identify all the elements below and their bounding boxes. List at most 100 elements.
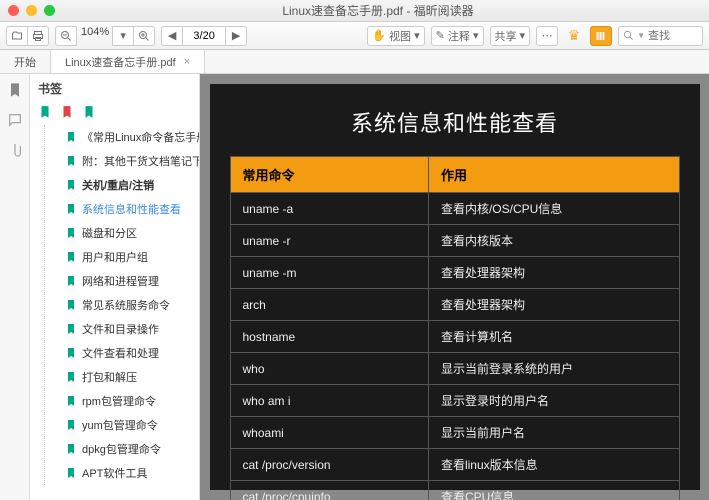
bookmark-item[interactable]: 常见系统服务命令 [44,293,199,317]
bookmark-item[interactable]: 文件和目录操作 [44,317,199,341]
tab-Linux速查备忘手册.pdf[interactable]: Linux速查备忘手册.pdf× [51,50,205,73]
zoom-level: 104% [77,26,113,46]
bookmark-label: 附：其他干货文档笔记下载 [82,153,199,169]
tab-开始[interactable]: 开始 [0,50,51,73]
crown-icon[interactable]: ♛ [564,26,584,46]
zoom-dropdown[interactable]: ▾ [112,26,134,46]
more-button[interactable]: ⋯ [536,26,558,46]
print-button[interactable] [27,26,49,46]
bookmark-item[interactable]: yum包管理命令 [44,413,199,437]
table-row: cat /proc/version查看linux版本信息 [230,449,679,481]
minimize-window-button[interactable] [26,5,37,16]
remove-bookmark-icon[interactable] [60,105,74,119]
bookmark-item[interactable]: 用户和用户组 [44,245,199,269]
library-button[interactable] [590,26,612,46]
search-box[interactable]: ▼ [618,26,703,46]
expand-bookmarks-icon[interactable] [82,105,96,119]
page-input[interactable] [183,30,225,42]
next-page-button[interactable]: ▶ [225,26,247,46]
annotate-button[interactable]: ✎ 注释 ▾ [431,26,484,46]
attachments-icon[interactable] [7,142,23,158]
cell-command: uname -r [230,225,428,257]
zoom-out-button[interactable] [55,26,77,46]
bookmark-item[interactable]: APT软件工具 [44,461,199,485]
cell-description: 查看处理器架构 [428,257,679,289]
cell-description: 显示当前用户名 [428,417,679,449]
table-row: arch查看处理器架构 [230,289,679,321]
view-mode-button[interactable]: ✋ 视图 ▾ [367,26,424,46]
close-tab-icon[interactable]: × [184,56,190,68]
left-rail [0,74,30,500]
cell-command: who [230,353,428,385]
page-indicator[interactable] [182,26,226,46]
bookmark-icon [65,371,77,383]
cell-description: 查看内核版本 [428,225,679,257]
bookmark-icon [65,203,77,215]
cell-description: 查看内核/OS/CPU信息 [428,193,679,225]
search-input[interactable] [648,30,698,42]
pdf-page: 系统信息和性能查看 常用命令 作用 uname -a查看内核/OS/CPU信息u… [210,84,700,490]
bookmark-item[interactable]: rpm包管理命令 [44,389,199,413]
bookmark-label: rpm包管理命令 [82,393,156,409]
hand-icon: ✋ [372,29,386,42]
document-tabs: 开始Linux速查备忘手册.pdf× [0,50,709,74]
prev-page-button[interactable]: ◀ [161,26,183,46]
bookmark-icon [65,467,77,479]
window-title: Linux速查备忘手册.pdf - 福昕阅读器 [55,2,701,19]
cell-description: 查看计算机名 [428,321,679,353]
cell-description: 显示登录时的用户名 [428,385,679,417]
bookmark-label: 打包和解压 [82,369,137,385]
bookmark-icon [65,275,77,287]
bookmark-item[interactable]: 附：其他干货文档笔记下载 [44,149,199,173]
bookmark-item[interactable]: dpkg包管理命令 [44,437,199,461]
open-file-button[interactable] [6,26,28,46]
cell-command: arch [230,289,428,321]
cell-command: cat /proc/version [230,449,428,481]
cell-command: hostname [230,321,428,353]
bookmark-label: 系统信息和性能查看 [82,201,181,217]
table-row: whoami显示当前用户名 [230,417,679,449]
comments-icon[interactable] [7,112,23,128]
bookmark-icon [65,347,77,359]
pencil-icon: ✎ [436,29,445,42]
bookmark-icon [65,131,77,143]
bookmark-label: 常见系统服务命令 [82,297,170,313]
zoom-window-button[interactable] [44,5,55,16]
col-description: 作用 [428,157,679,193]
table-row: uname -m查看处理器架构 [230,257,679,289]
window-titlebar: Linux速查备忘手册.pdf - 福昕阅读器 [0,0,709,22]
bookmark-item[interactable]: 打包和解压 [44,365,199,389]
add-bookmark-icon[interactable] [38,105,52,119]
traffic-lights [8,5,55,16]
main-toolbar: 104% ▾ ◀ ▶ ✋ 视图 ▾ ✎ 注释 ▾ 共享 ▾ ⋯ ♛ ▼ [0,22,709,50]
share-button[interactable]: 共享 ▾ [490,26,531,46]
bookmark-item[interactable]: 关机/重启/注销 [44,173,199,197]
close-window-button[interactable] [8,5,19,16]
bookmark-item[interactable]: 系统信息和性能查看 [44,197,199,221]
search-icon [623,30,634,41]
bookmark-label: 关机/重启/注销 [82,177,154,193]
bookmark-item[interactable]: 文件查看和处理 [44,341,199,365]
cell-command: uname -m [230,257,428,289]
zoom-in-button[interactable] [133,26,155,46]
bookmark-label: APT软件工具 [82,465,147,481]
bookmark-list: 《常用Linux命令备忘手册》附：其他干货文档笔记下载关机/重启/注销系统信息和… [30,125,199,500]
search-dropdown-icon[interactable]: ▼ [637,31,645,40]
bookmark-icon [65,323,77,335]
page-heading: 系统信息和性能查看 [230,106,680,138]
bookmark-icon [65,299,77,311]
cell-description: 查看linux版本信息 [428,449,679,481]
bookmark-label: yum包管理命令 [82,417,158,433]
bookmark-tools [30,103,199,125]
bookmark-item[interactable]: 网络和进程管理 [44,269,199,293]
document-viewer[interactable]: 系统信息和性能查看 常用命令 作用 uname -a查看内核/OS/CPU信息u… [200,74,709,500]
bookmark-label: dpkg包管理命令 [82,441,161,457]
table-row: who显示当前登录系统的用户 [230,353,679,385]
table-row: cat /proc/cpuinfo查看CPU信息 [230,481,679,500]
bookmark-item[interactable]: 《常用Linux命令备忘手册》 [44,125,199,149]
bookmarks-icon[interactable] [7,82,23,98]
bookmark-icon [65,395,77,407]
bookmark-label: 文件查看和处理 [82,345,159,361]
table-row: hostname查看计算机名 [230,321,679,353]
bookmark-item[interactable]: 磁盘和分区 [44,221,199,245]
